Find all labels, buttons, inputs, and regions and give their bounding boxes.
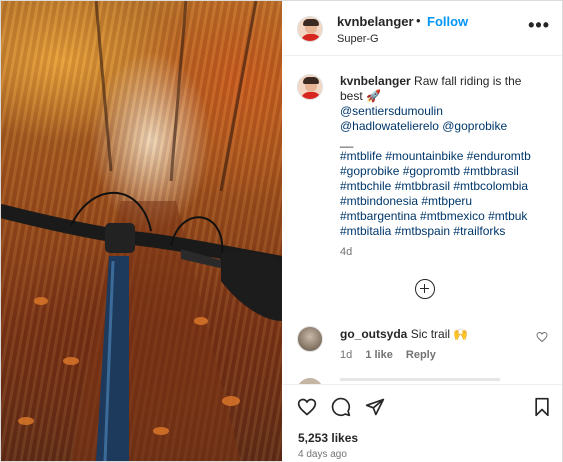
like-count[interactable]: 5,253 likes xyxy=(298,431,358,445)
post-caption: kvnbelanger Raw fall riding is the best … xyxy=(340,74,545,239)
caption-separator: __ xyxy=(340,134,354,148)
comment-likes[interactable]: 1 like xyxy=(365,349,393,361)
comment-meta: 1d 1 like Reply xyxy=(340,349,446,361)
comment-time: 1d xyxy=(340,349,353,361)
more-options-icon[interactable]: ••• xyxy=(528,15,550,36)
post-header: kvnbelanger • Follow Super-G ••• xyxy=(283,1,562,56)
paper-plane-icon[interactable] xyxy=(365,397,385,417)
action-bar: 5,253 likes 4 days ago xyxy=(283,384,562,462)
comment-like-icon[interactable] xyxy=(536,331,548,343)
plus-circle-icon[interactable] xyxy=(415,279,435,299)
caption-hashtags[interactable]: #mtblife #mountainbike #enduromtb #gopro… xyxy=(340,149,545,239)
follow-button[interactable]: Follow xyxy=(427,14,468,29)
comment-item: go_outsyda Sic trail 🙌 xyxy=(340,327,468,341)
post-media[interactable] xyxy=(1,1,282,461)
commenter-avatar[interactable] xyxy=(297,326,323,352)
comment-reply-button[interactable]: Reply xyxy=(406,349,436,361)
caption-timestamp: 4d xyxy=(340,246,353,258)
caption-username[interactable]: kvnbelanger xyxy=(340,74,411,88)
comment-text: Sic trail 🙌 xyxy=(410,327,469,341)
author-subtitle[interactable]: Super-G xyxy=(337,33,379,45)
bookmark-icon[interactable] xyxy=(533,397,551,417)
caption-mentions-line2[interactable]: @hadlowatelierelo @goprobike xyxy=(340,119,545,134)
bike-handlebar-illustration xyxy=(1,1,282,461)
author-username[interactable]: kvnbelanger xyxy=(337,14,414,29)
author-avatar[interactable] xyxy=(297,16,323,42)
heart-icon[interactable] xyxy=(297,397,317,417)
caption-author-avatar[interactable] xyxy=(297,74,323,100)
separator-dot: • xyxy=(416,13,421,28)
post-timestamp[interactable]: 4 days ago xyxy=(298,449,347,460)
caption-mentions-line1[interactable]: @sentiersdumoulin xyxy=(340,104,545,119)
comment-icon[interactable] xyxy=(331,397,351,417)
comment-username[interactable]: go_outsyda xyxy=(340,327,407,341)
